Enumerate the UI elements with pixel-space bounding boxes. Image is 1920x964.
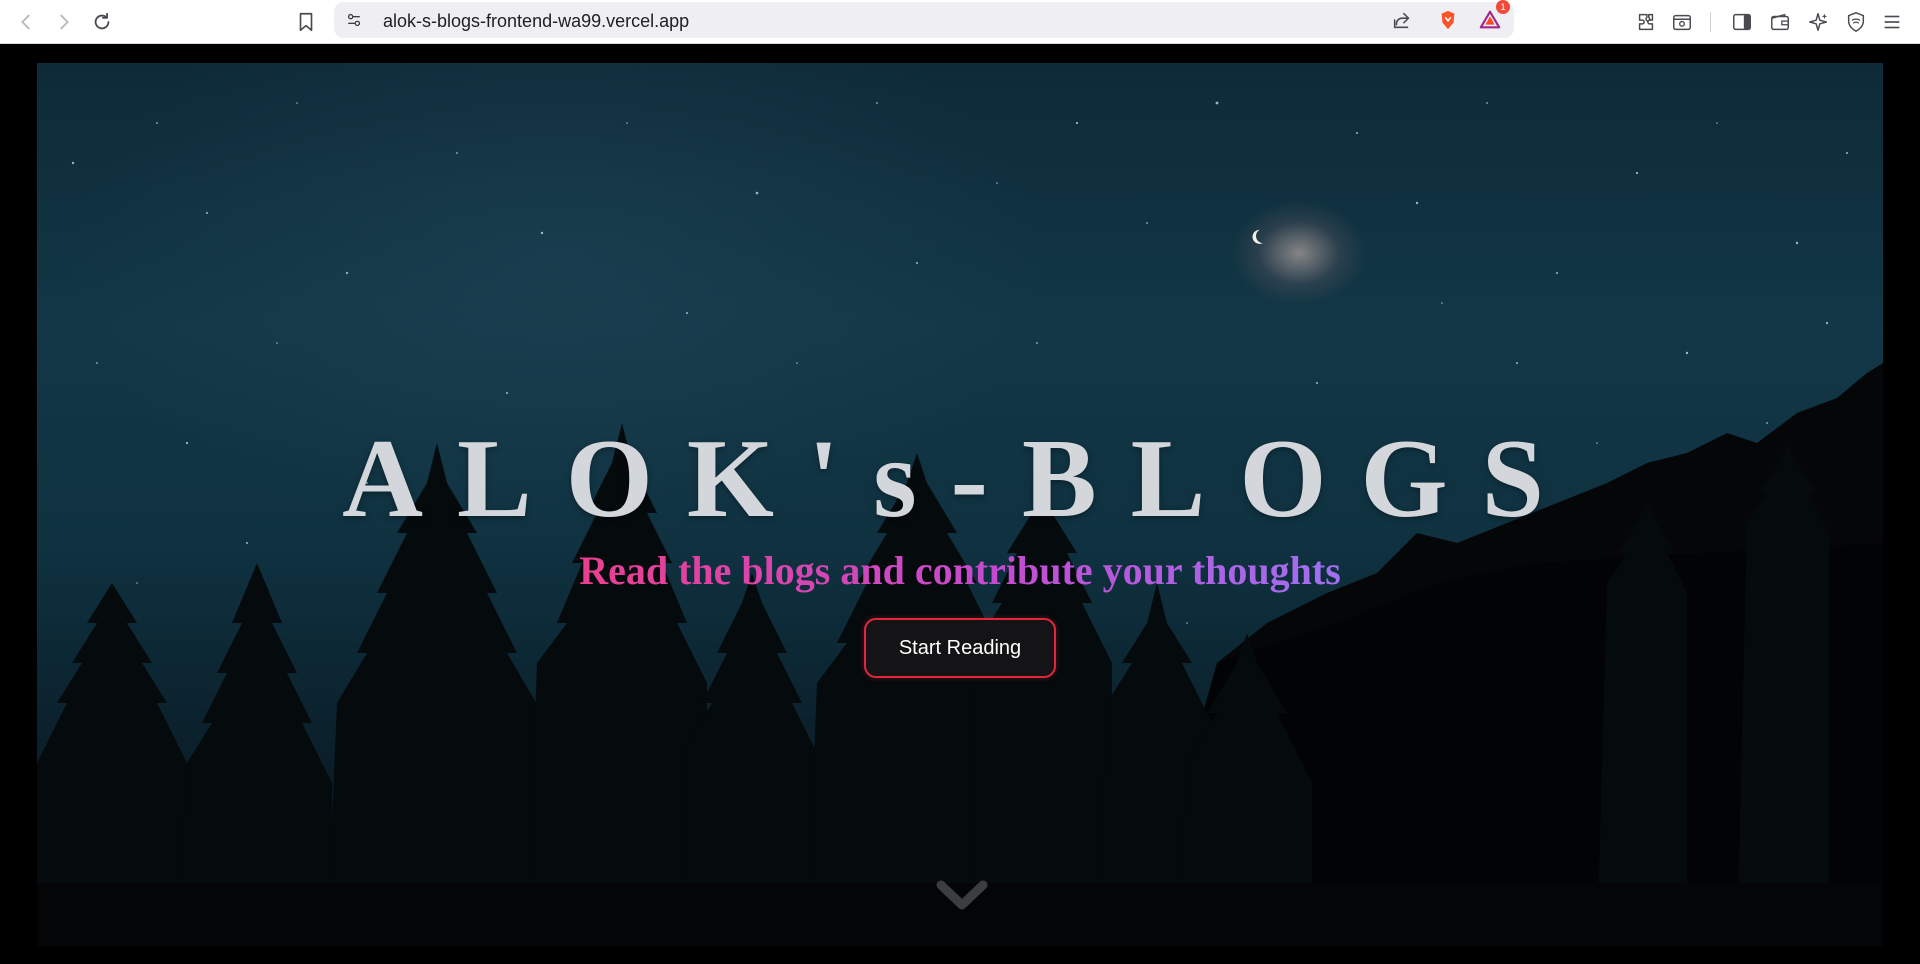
start-reading-button[interactable]: Start Reading [864, 618, 1056, 678]
reader-mode-icon[interactable] [1666, 6, 1698, 38]
url-text[interactable]: alok-s-blogs-frontend-wa99.vercel.app [383, 11, 689, 32]
browser-toolbar: alok-s-blogs-frontend-wa99.vercel.app 1 [0, 0, 1920, 44]
extensions-icon[interactable] [1630, 6, 1662, 38]
reload-icon[interactable] [86, 6, 118, 38]
toolbar-divider [1710, 12, 1711, 32]
page-viewport: ALOK's-BLOGS Read the blogs and contribu… [0, 45, 1920, 964]
tagline: Read the blogs and contribute your thoug… [37, 547, 1883, 595]
brave-shields-icon[interactable] [1432, 4, 1464, 36]
site-title: ALOK's-BLOGS [342, 417, 1578, 541]
wallet-icon[interactable] [1764, 6, 1796, 38]
notification-count-badge: 1 [1496, 0, 1510, 14]
share-icon[interactable] [1386, 4, 1418, 36]
forward-icon[interactable] [48, 6, 80, 38]
bookmark-icon[interactable] [290, 6, 322, 38]
back-icon[interactable] [10, 6, 42, 38]
tagline-text: Read the blogs and contribute your thoug… [579, 548, 1341, 593]
brave-rewards-icon[interactable]: 1 [1474, 0, 1510, 36]
leo-ai-icon[interactable] [1802, 6, 1834, 38]
site-settings-icon[interactable] [342, 8, 366, 32]
chevron-down-icon[interactable] [935, 875, 989, 915]
menu-icon[interactable] [1876, 6, 1908, 38]
address-bar[interactable]: alok-s-blogs-frontend-wa99.vercel.app 1 [334, 0, 1514, 38]
hero-section: ALOK's-BLOGS Read the blogs and contribu… [37, 63, 1883, 946]
vpn-icon[interactable] [1840, 6, 1872, 38]
sidebar-icon[interactable] [1726, 6, 1758, 38]
